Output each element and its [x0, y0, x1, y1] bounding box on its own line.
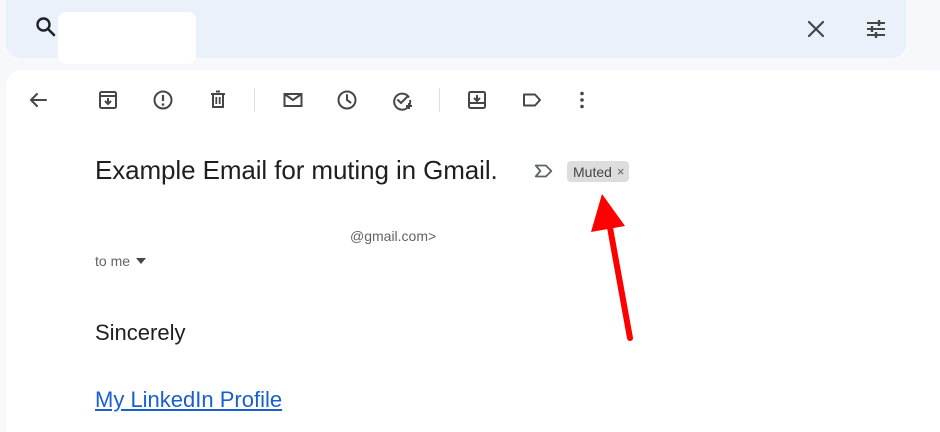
delete-icon[interactable] — [206, 88, 230, 112]
toolbar-divider — [439, 88, 440, 112]
move-to-icon[interactable] — [465, 88, 489, 112]
snooze-icon[interactable] — [335, 88, 359, 112]
add-task-icon[interactable] — [390, 88, 414, 112]
recipient-details-toggle[interactable]: to me — [95, 253, 147, 269]
remove-label-button[interactable]: × — [617, 164, 625, 179]
mark-unread-icon[interactable] — [281, 88, 305, 112]
search-icon[interactable] — [34, 15, 58, 39]
sender-email: @gmail.com> — [350, 228, 437, 244]
search-input[interactable] — [58, 12, 196, 64]
label-icon[interactable] — [520, 88, 544, 112]
search-bar — [6, 0, 906, 64]
close-icon[interactable] — [804, 17, 828, 41]
archive-icon[interactable] — [96, 88, 120, 112]
mail-panel — [6, 70, 940, 432]
back-arrow-icon[interactable] — [26, 88, 50, 112]
email-subject: Example Email for muting in Gmail. — [95, 155, 498, 185]
label-chip-text: Muted — [573, 163, 612, 180]
caret-down-icon — [136, 258, 147, 264]
gmail-page: Example Email for muting in Gmail. Muted… — [0, 0, 940, 432]
more-options-icon[interactable] — [570, 88, 594, 112]
email-body-signoff: Sincerely — [95, 320, 186, 345]
linkedin-profile-link[interactable]: My LinkedIn Profile — [95, 387, 282, 413]
toolbar-divider — [254, 88, 255, 112]
muted-label-chip: Muted × — [567, 161, 629, 182]
tune-icon[interactable] — [864, 17, 888, 41]
report-spam-icon[interactable] — [151, 88, 175, 112]
recipient-text: to me — [95, 253, 131, 269]
importance-marker-icon[interactable] — [533, 160, 555, 182]
